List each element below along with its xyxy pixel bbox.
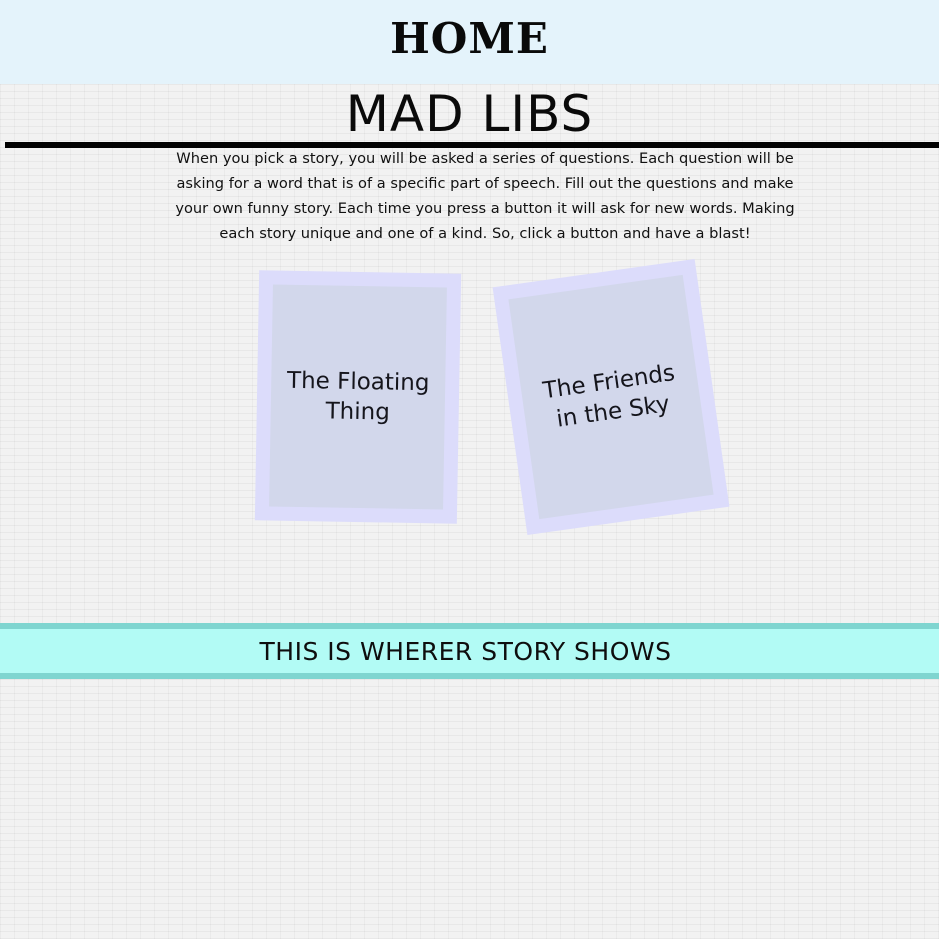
story-card-face: The Floating Thing (269, 284, 447, 510)
story-card-label: The Friends in the Sky (541, 360, 677, 433)
story-output-area: THIS IS WHERER STORY SHOWS (0, 623, 939, 679)
story-card-floating-thing[interactable]: The Floating Thing (254, 270, 462, 524)
story-card-friends-in-sky[interactable]: The Friends in the Sky (492, 259, 730, 535)
story-output-text: THIS IS WHERER STORY SHOWS (259, 636, 672, 666)
top-nav-bar: HOME (0, 0, 939, 84)
home-link[interactable]: HOME (390, 14, 549, 63)
story-card-label: The Floating Thing (286, 367, 430, 426)
story-card-face: The Friends in the Sky (508, 274, 714, 520)
page-title: MAD LIBS (345, 85, 594, 143)
intro-text: When you pick a story, you will be asked… (175, 150, 795, 242)
